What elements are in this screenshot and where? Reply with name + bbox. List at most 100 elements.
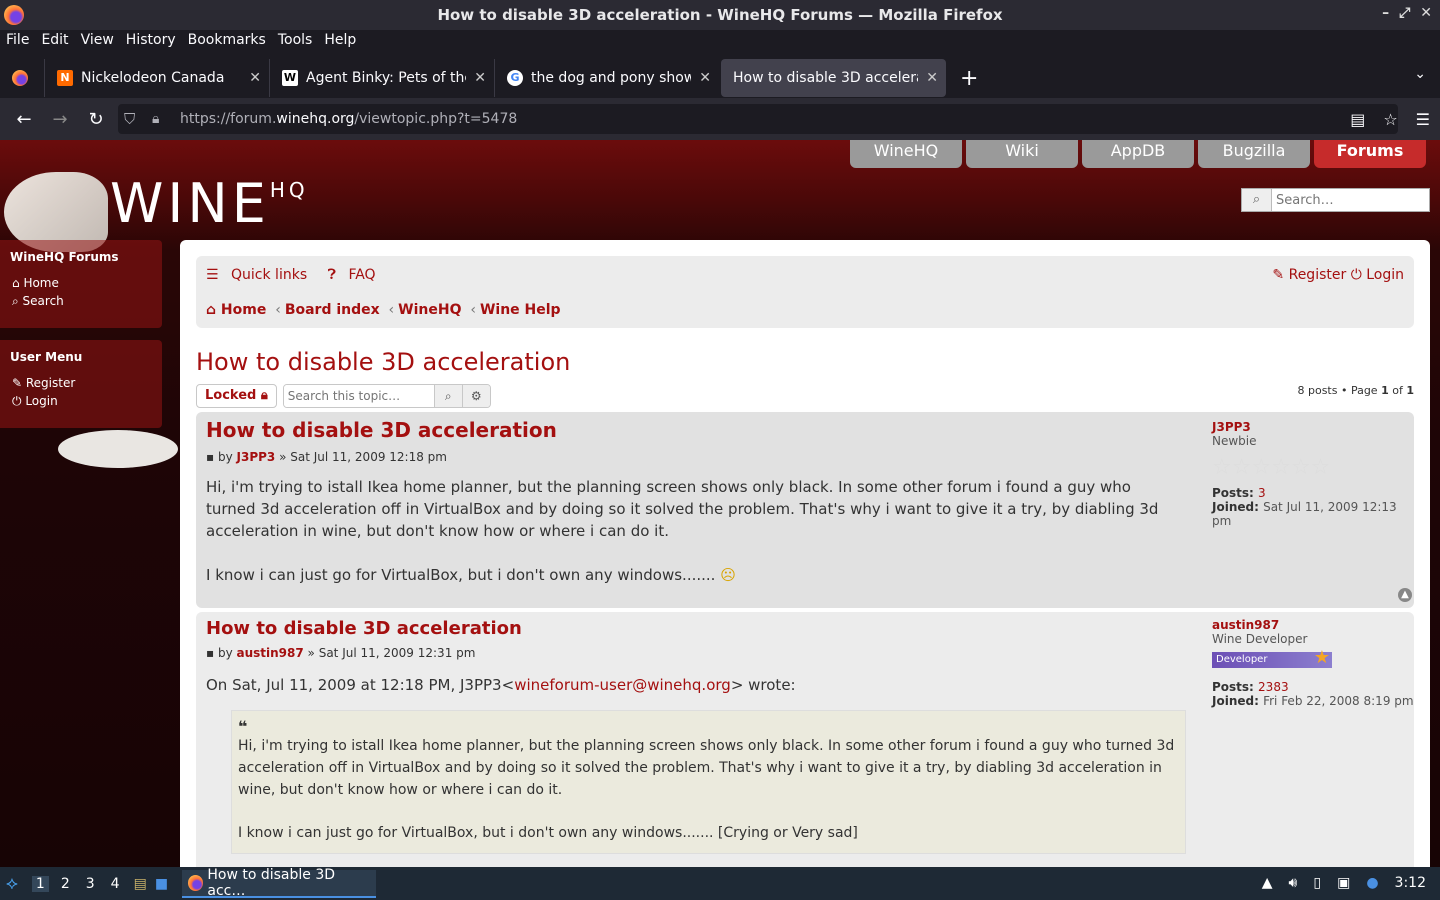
close-tab-icon[interactable]: ✕: [474, 70, 486, 86]
search-icon: ⌕: [12, 294, 23, 308]
post-profile: J3PP3 Newbie ☆ ☆ ☆ ☆ ☆ ☆ Posts: 3 Joined: Sat…: [1212, 420, 1414, 528]
profile-posts: Posts: 2383: [1212, 680, 1289, 694]
volume-icon[interactable]: 🔊︎: [1289, 875, 1298, 891]
workspace-1[interactable]: 1: [31, 875, 49, 892]
start-menu-icon[interactable]: ⟡: [6, 873, 18, 894]
topic-search-input[interactable]: [283, 385, 434, 407]
back-to-top-icon[interactable]: ▲: [1398, 588, 1412, 602]
quote-icon: ❝: [238, 717, 248, 736]
tab-winehq-forum[interactable]: How to disable 3D acceleratio ✕: [721, 59, 946, 97]
workspace-4[interactable]: 4: [107, 876, 124, 892]
back-button[interactable]: ←: [6, 109, 42, 130]
breadcrumb: ⌂ Home ‹ Board index ‹ WineHQ ‹ Wine Help: [206, 302, 561, 318]
post-icon: ▪: [206, 646, 218, 660]
firefox-icon: [4, 5, 24, 25]
email-link[interactable]: wineforum-user@winehq.org: [514, 676, 731, 694]
webpage: WINEHQ WineHQ Wiki AppDB Bugzilla Forums…: [0, 140, 1440, 867]
post-author-link[interactable]: austin987: [237, 646, 304, 660]
winehq-logo[interactable]: WINEHQ: [110, 172, 309, 235]
sidebar-user-menu-title: User Menu: [10, 350, 83, 364]
wine-glass-base-image: [58, 430, 178, 468]
navigation-bar: ← → ↻ ⛉ 🔒︎ https://forum.winehq.org/view…: [0, 98, 1440, 140]
profile-username[interactable]: J3PP3: [1212, 420, 1414, 434]
firefox-view-icon[interactable]: [12, 70, 28, 86]
notification-icon[interactable]: ●: [1366, 875, 1378, 891]
reader-view-icon[interactable]: ▤: [1350, 110, 1365, 129]
topic-title[interactable]: How to disable 3D acceleration: [196, 348, 570, 376]
menu-view[interactable]: View: [75, 30, 120, 52]
tray-update-icon[interactable]: ▲: [1262, 875, 1273, 891]
workspace-2[interactable]: 2: [57, 876, 74, 892]
sidebar-item-register[interactable]: ✎ Register: [0, 374, 162, 392]
file-manager-icon[interactable]: ▤: [134, 876, 147, 892]
menu-bookmarks[interactable]: Bookmarks: [182, 30, 272, 52]
post-title[interactable]: How to disable 3D acceleration: [206, 618, 522, 639]
post-quote: ❝ Hi, i'm trying to istall Ikea home pla…: [231, 710, 1186, 854]
window-title: How to disable 3D acceleration - WineHQ …: [437, 6, 1003, 24]
sidebar-item-search[interactable]: ⌕ Search: [0, 292, 162, 311]
tab-google-search[interactable]: G the dog and pony show - Goo ✕: [494, 59, 719, 97]
sidebar-forums-box: WineHQ Forums ⌂ Home ⌕ Search: [0, 240, 162, 328]
list-all-tabs-icon[interactable]: ⌄: [1414, 66, 1426, 82]
menu-tools[interactable]: Tools: [272, 30, 319, 52]
network-icon[interactable]: ▣: [1337, 875, 1350, 891]
locked-button[interactable]: Locked 🔒︎: [196, 384, 277, 408]
post-body-intro: On Sat, Jul 11, 2009 at 12:18 PM, J3PP3<…: [206, 676, 796, 694]
tray-clipboard-icon[interactable]: ▯: [1313, 875, 1321, 891]
gear-icon[interactable]: ⚙: [461, 385, 490, 407]
desktop-icon[interactable]: ■: [155, 876, 168, 892]
breadcrumb-home[interactable]: ⌂ Home: [206, 302, 266, 318]
breadcrumb-winehq[interactable]: WineHQ: [398, 302, 461, 318]
app-menu-icon[interactable]: ☰: [1416, 110, 1430, 129]
breadcrumb-wine-help[interactable]: Wine Help: [480, 302, 561, 318]
url-bar[interactable]: ⛉ 🔒︎ https://forum.winehq.org/viewtopic.…: [118, 104, 1398, 134]
lock-icon: 🔒︎: [260, 388, 268, 403]
site-nav-appdb[interactable]: AppDB: [1082, 140, 1194, 168]
tab-nickelodeon[interactable]: N Nickelodeon Canada ✕: [44, 59, 269, 97]
close-tab-icon[interactable]: ✕: [926, 70, 938, 86]
menu-file[interactable]: File: [0, 30, 35, 52]
question-icon: ❓︎: [327, 267, 341, 283]
login-link[interactable]: ⏻ Login: [1351, 267, 1404, 283]
site-nav-winehq[interactable]: WineHQ: [850, 140, 962, 168]
site-nav-wiki[interactable]: Wiki: [966, 140, 1078, 168]
topic-search: ⌕ ⚙: [282, 384, 491, 408]
quick-links-link[interactable]: ☰ Quick links: [206, 267, 315, 283]
site-search-input[interactable]: [1272, 189, 1422, 211]
bookmark-star-icon[interactable]: ☆: [1383, 110, 1397, 129]
site-nav-forums[interactable]: Forums: [1314, 140, 1426, 168]
breadcrumb-board-index[interactable]: Board index: [285, 302, 380, 318]
tab-agent-binky[interactable]: W Agent Binky: Pets of the Univ ✕: [269, 59, 494, 97]
profile-username[interactable]: austin987: [1212, 618, 1414, 632]
home-icon: ⌂: [206, 302, 221, 318]
close-tab-icon[interactable]: ✕: [699, 70, 711, 86]
taskbar-firefox-window[interactable]: How to disable 3D acc…: [182, 867, 377, 899]
workspace-3[interactable]: 3: [82, 876, 99, 892]
reload-button[interactable]: ↻: [78, 109, 114, 130]
profile-rank: Newbie: [1212, 434, 1257, 448]
sidebar-item-home[interactable]: ⌂ Home: [0, 274, 162, 292]
post: How to disable 3D acceleration ▪ by J3PP…: [196, 412, 1414, 608]
url-text[interactable]: https://forum.winehq.org/viewtopic.php?t…: [180, 111, 517, 127]
post-author-link[interactable]: J3PP3: [237, 450, 276, 464]
tracking-shield-icon[interactable]: ⛉: [124, 110, 135, 128]
minimize-button[interactable]: –: [1382, 5, 1389, 21]
menu-edit[interactable]: Edit: [35, 30, 74, 52]
sidebar-forums-title: WineHQ Forums: [10, 250, 119, 264]
site-nav-bugzilla[interactable]: Bugzilla: [1198, 140, 1310, 168]
register-link[interactable]: ✎ Register: [1272, 267, 1346, 283]
sidebar-item-login[interactable]: ⏻ Login: [0, 392, 162, 411]
search-icon[interactable]: ⌕: [433, 385, 462, 407]
post-title[interactable]: How to disable 3D acceleration: [206, 418, 557, 442]
close-tab-icon[interactable]: ✕: [249, 70, 261, 86]
maximize-button[interactable]: ⤢: [1399, 5, 1410, 21]
menu-help[interactable]: Help: [318, 30, 362, 52]
close-window-button[interactable]: ✕: [1420, 5, 1432, 21]
lock-icon[interactable]: 🔒︎: [152, 111, 159, 127]
forward-button[interactable]: →: [42, 109, 78, 130]
faq-link[interactable]: ❓︎ FAQ: [328, 267, 384, 283]
clock[interactable]: 3:12: [1395, 875, 1426, 891]
menu-history[interactable]: History: [120, 30, 182, 52]
search-icon[interactable]: ⌕: [1242, 189, 1272, 211]
new-tab-button[interactable]: +: [960, 66, 978, 91]
